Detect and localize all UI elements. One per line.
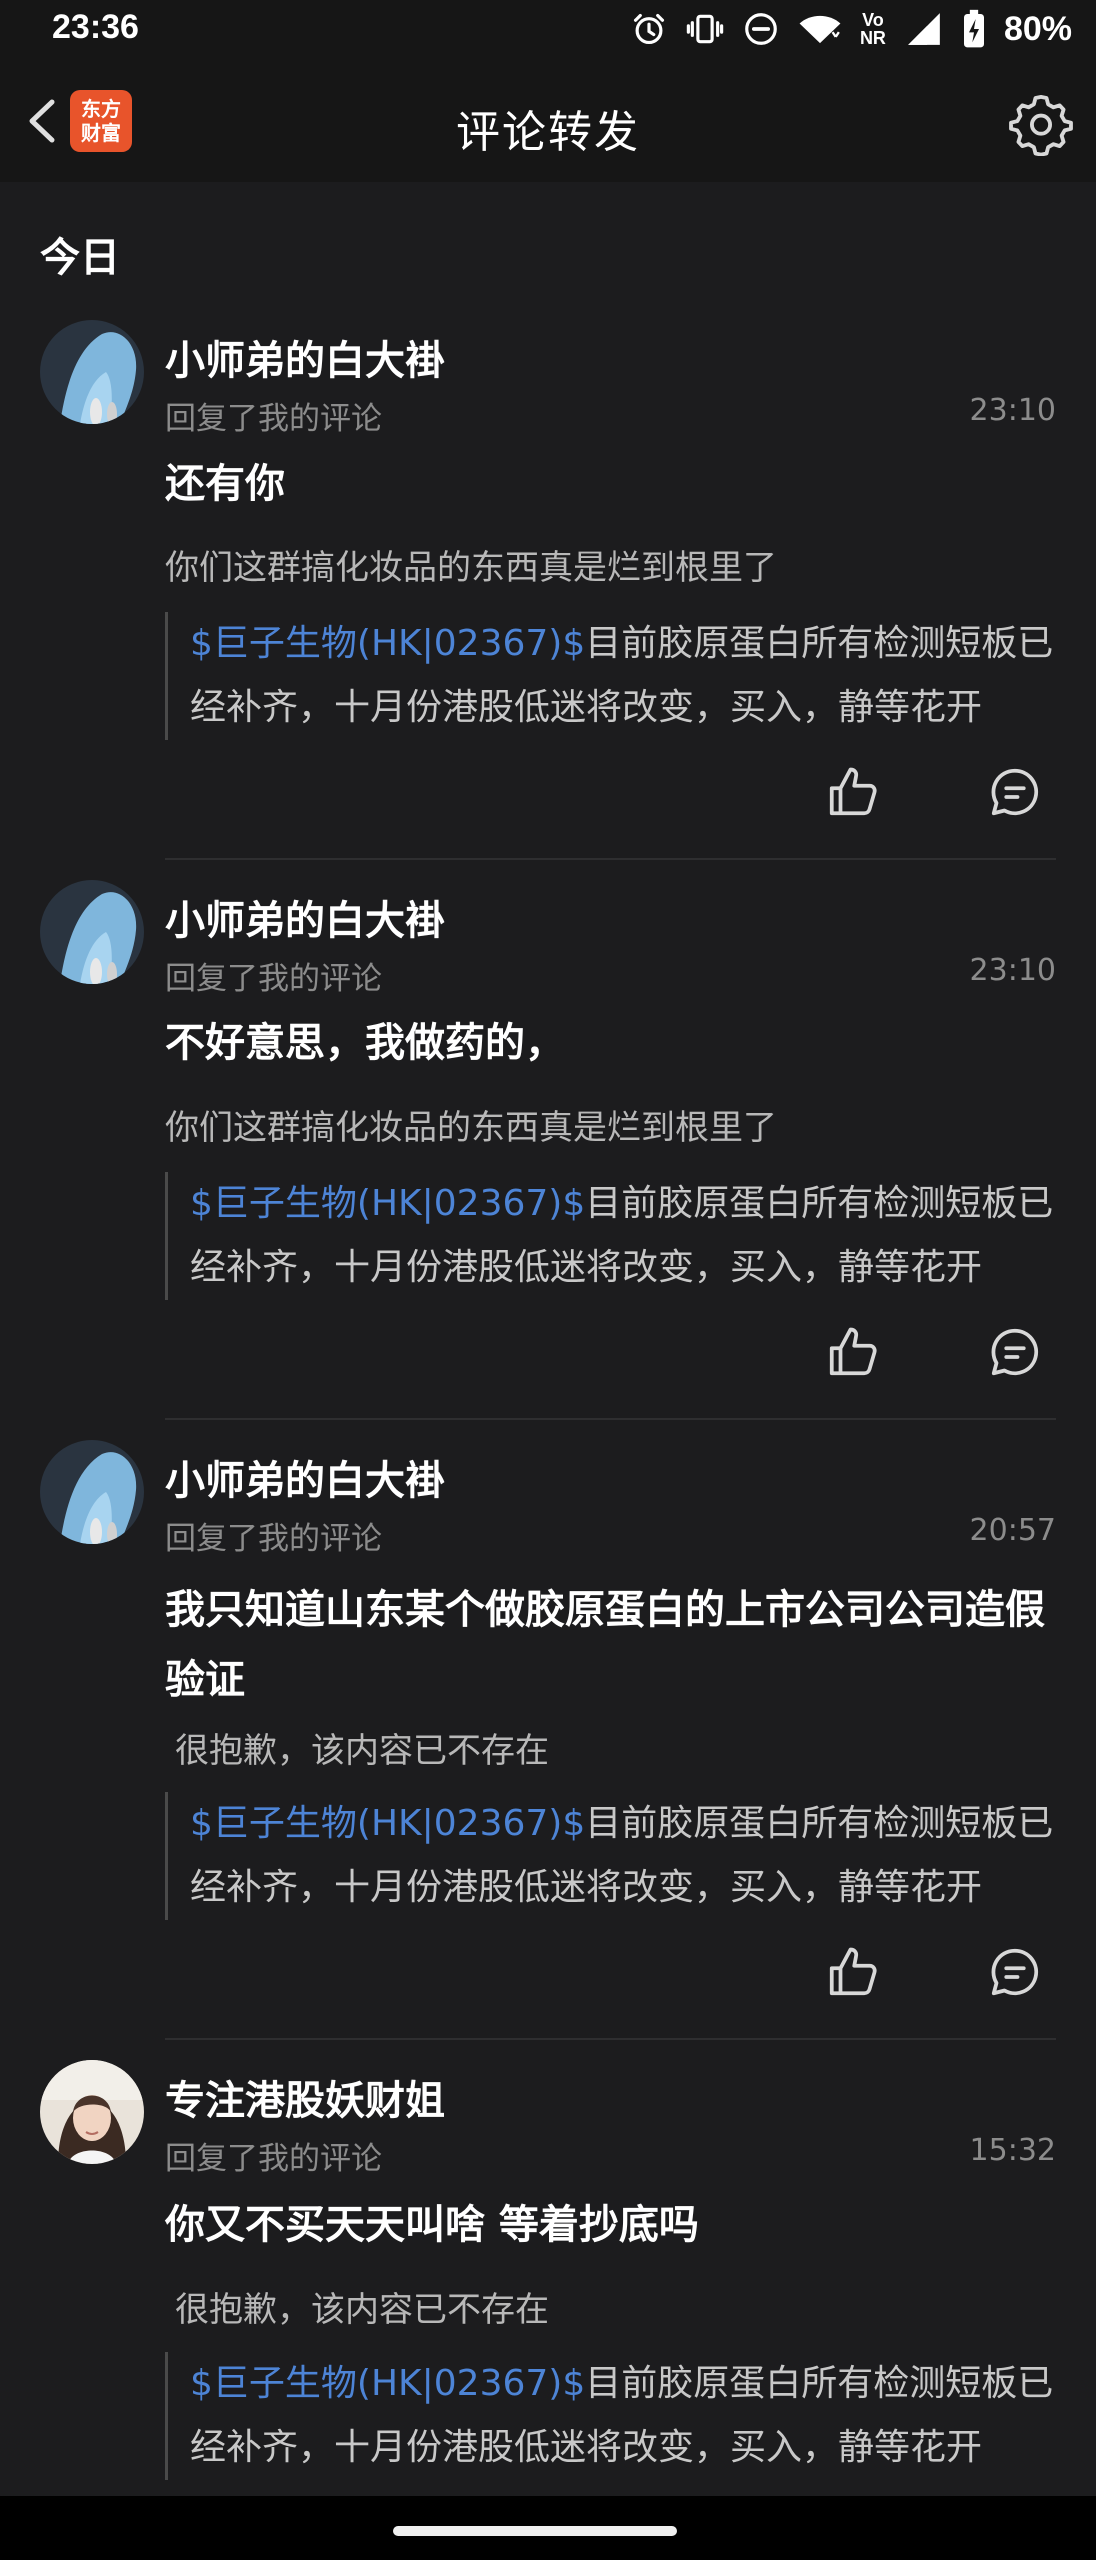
my-comment: 很抱歉，该内容已不存在 bbox=[175, 1731, 549, 1771]
timestamp: 23:10 bbox=[969, 953, 1056, 988]
avatar[interactable] bbox=[40, 2060, 144, 2164]
comment-icon bbox=[991, 1328, 1039, 1376]
thumbs-up-icon bbox=[829, 1947, 877, 1996]
quoted-post[interactable]: $巨子生物(HK|02367)$目前胶原蛋白所有检测短板已经补齐，十月份港股低迷… bbox=[165, 1172, 1060, 1300]
comment-icon bbox=[991, 1948, 1039, 1996]
like-button[interactable] bbox=[823, 1322, 883, 1382]
timestamp: 23:10 bbox=[969, 393, 1056, 428]
action-text: 回复了我的评论 bbox=[165, 1521, 382, 1557]
avatar[interactable] bbox=[40, 880, 144, 984]
volte-label: Vo bbox=[862, 10, 884, 30]
stock-link[interactable]: $巨子生物(HK|02367)$ bbox=[190, 2363, 585, 2404]
battery-percent: 80% bbox=[1003, 9, 1072, 48]
reply-text: 我只知道山东某个做胶原蛋白的上市公司公司造假验证 bbox=[165, 1587, 1045, 1703]
home-indicator[interactable] bbox=[393, 2526, 677, 2536]
my-comment: 你们这群搞化妆品的东西真是烂到根里了 bbox=[165, 1108, 777, 1148]
reply-button[interactable] bbox=[985, 1322, 1045, 1382]
quoted-post[interactable]: $巨子生物(HK|02367)$目前胶原蛋白所有检测短板已经补齐，十月份港股低迷… bbox=[165, 1792, 1060, 1920]
thumbs-up-icon bbox=[829, 1327, 877, 1376]
wifi-icon bbox=[799, 15, 841, 44]
reply-text: 不好意思，我做药的， bbox=[165, 1020, 565, 1066]
divider bbox=[165, 858, 1056, 860]
dnd-icon bbox=[745, 13, 777, 45]
timestamp: 20:57 bbox=[969, 1513, 1056, 1548]
avatar[interactable] bbox=[40, 320, 144, 424]
status-time: 23:36 bbox=[52, 8, 139, 46]
avatar[interactable] bbox=[40, 1440, 144, 1544]
gear-icon bbox=[1009, 94, 1073, 157]
quoted-post[interactable]: $巨子生物(HK|02367)$目前胶原蛋白所有检测短板已经补齐，十月份港股低迷… bbox=[165, 2352, 1060, 2480]
user-name[interactable]: 小师弟的白大褂 bbox=[165, 888, 445, 946]
reply-text: 还有你 bbox=[165, 461, 285, 507]
signal-icon bbox=[908, 13, 940, 45]
stock-link[interactable]: $巨子生物(HK|02367)$ bbox=[190, 1803, 585, 1844]
volte-nr-icon: Vo NR bbox=[860, 11, 886, 47]
reply-text: 你又不买天天叫啥 等着抄底吗 bbox=[165, 2202, 699, 2248]
user-name[interactable]: 专注港股妖财姐 bbox=[165, 2068, 445, 2126]
reply-button[interactable] bbox=[985, 762, 1045, 822]
action-text: 回复了我的评论 bbox=[165, 401, 382, 437]
reply-button[interactable] bbox=[985, 1942, 1045, 2002]
stock-link[interactable]: $巨子生物(HK|02367)$ bbox=[190, 623, 585, 664]
action-text: 回复了我的评论 bbox=[165, 961, 382, 997]
thumbs-up-icon bbox=[829, 767, 877, 816]
divider bbox=[165, 2038, 1056, 2040]
status-icons: Vo NR 80% bbox=[630, 6, 1072, 52]
divider bbox=[165, 1418, 1056, 1420]
my-comment: 很抱歉，该内容已不存在 bbox=[175, 2290, 549, 2330]
timestamp: 15:32 bbox=[969, 2133, 1056, 2168]
like-button[interactable] bbox=[823, 762, 883, 822]
alarm-icon bbox=[633, 13, 664, 45]
like-button[interactable] bbox=[823, 1942, 883, 2002]
page-title: 评论转发 bbox=[456, 107, 640, 158]
user-name[interactable]: 小师弟的白大褂 bbox=[165, 1448, 445, 1506]
nr-label: NR bbox=[859, 28, 886, 48]
app-root: 23:36 Vo NR 80% 东方 财富 评论转发 今日 小师弟的白大褂 回复… bbox=[0, 0, 1096, 2560]
quoted-post[interactable]: $巨子生物(HK|02367)$目前胶原蛋白所有检测短板已经补齐，十月份港股低迷… bbox=[165, 612, 1060, 740]
vibrate-icon bbox=[686, 14, 724, 44]
settings-button[interactable] bbox=[1008, 90, 1074, 157]
my-comment: 你们这群搞化妆品的东西真是烂到根里了 bbox=[165, 548, 777, 588]
battery-icon bbox=[963, 9, 984, 48]
stock-link[interactable]: $巨子生物(HK|02367)$ bbox=[190, 1183, 585, 1224]
comment-icon bbox=[991, 768, 1039, 816]
status-bar: 23:36 Vo NR 80% bbox=[0, 0, 1096, 60]
nav-bar: 东方 财富 评论转发 bbox=[0, 60, 1096, 182]
action-text: 回复了我的评论 bbox=[165, 2141, 382, 2177]
user-name[interactable]: 小师弟的白大褂 bbox=[165, 328, 445, 386]
section-header-today: 今日 bbox=[40, 235, 120, 281]
